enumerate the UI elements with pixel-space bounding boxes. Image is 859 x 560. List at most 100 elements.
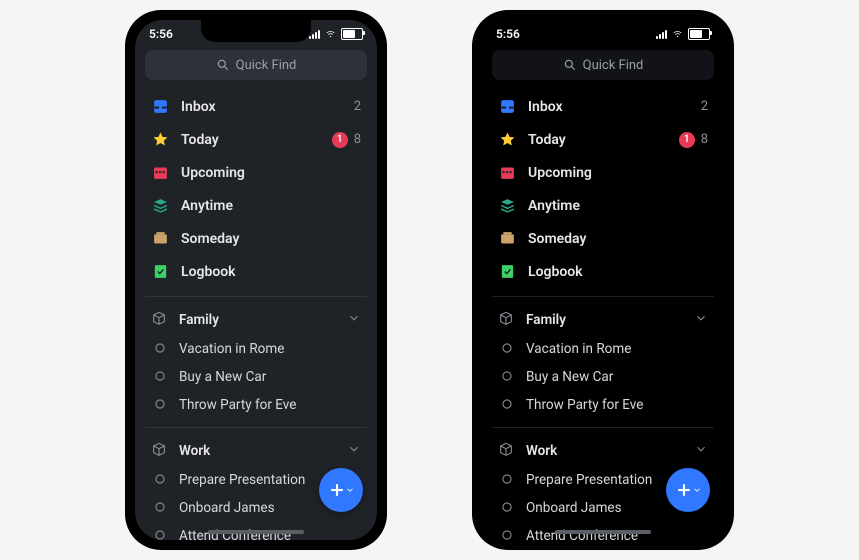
inbox-count: 2 [354, 99, 361, 114]
today-badge: 1 [332, 132, 348, 148]
wifi-icon [324, 29, 337, 39]
time-label: 5:56 [149, 27, 173, 41]
project-label: Throw Party for Eve [179, 397, 296, 413]
progress-circle-icon [500, 369, 516, 385]
battery-icon [688, 28, 710, 40]
search-placeholder: Quick Find [583, 58, 644, 73]
progress-circle-icon [500, 500, 516, 516]
list-today[interactable]: Today 1 8 [145, 123, 367, 156]
list-inbox[interactable]: Inbox2 [492, 90, 714, 123]
home-indicator [555, 530, 651, 534]
someday-label: Someday [528, 231, 708, 247]
chevron-down-icon [692, 485, 702, 495]
home-indicator [208, 530, 304, 534]
project-item[interactable]: Throw Party for Eve [492, 391, 714, 419]
list-anytime[interactable]: Anytime [492, 189, 714, 222]
project-item[interactable]: Vacation in Rome [492, 335, 714, 363]
logbook-label: Logbook [181, 264, 361, 280]
list-someday[interactable]: Someday [145, 222, 367, 255]
stack-icon [151, 197, 169, 215]
upcoming-label: Upcoming [528, 165, 708, 181]
progress-circle-icon [153, 397, 169, 413]
wifi-icon [671, 29, 684, 39]
star-icon [498, 131, 516, 149]
cube-icon [151, 442, 169, 460]
project-label: Onboard James [526, 500, 622, 516]
search-icon [563, 58, 577, 72]
area-work[interactable]: Work [145, 436, 367, 466]
today-label: Today [528, 132, 679, 148]
anytime-label: Anytime [181, 198, 361, 214]
separator [492, 296, 714, 297]
list-inbox[interactable]: Inbox 2 [145, 90, 367, 123]
add-button[interactable] [319, 468, 363, 512]
today-badge: 1 [679, 132, 695, 148]
area-family[interactable]: Family [492, 305, 714, 335]
cube-icon [498, 311, 516, 329]
area-work-label: Work [526, 443, 694, 459]
progress-circle-icon [153, 472, 169, 488]
smart-list: Inbox2 Today18 Upcoming Anytime Someday … [492, 90, 714, 288]
upcoming-label: Upcoming [181, 165, 361, 181]
progress-circle-icon [153, 369, 169, 385]
checkbook-icon [151, 263, 169, 281]
area-family[interactable]: Family [145, 305, 367, 335]
separator [492, 427, 714, 428]
inbox-icon [151, 98, 169, 116]
progress-circle-icon [153, 528, 169, 540]
archive-icon [498, 230, 516, 248]
project-label: Throw Party for Eve [526, 397, 643, 413]
list-anytime[interactable]: Anytime [145, 189, 367, 222]
list-logbook[interactable]: Logbook [145, 255, 367, 288]
project-label: Buy a New Car [526, 369, 613, 385]
progress-circle-icon [153, 341, 169, 357]
inbox-icon [498, 98, 516, 116]
project-item[interactable]: Buy a New Car [492, 363, 714, 391]
list-upcoming[interactable]: Upcoming [145, 156, 367, 189]
list-today[interactable]: Today18 [492, 123, 714, 156]
screen: 5:56 Quick Find Inbox 2 Today 1 8 Upcomi… [135, 20, 377, 540]
device-pure-black: 5:56 Quick Find Inbox2 Today18 Upcoming … [472, 10, 734, 550]
time-label: 5:56 [496, 27, 520, 41]
progress-circle-icon [500, 472, 516, 488]
list-someday[interactable]: Someday [492, 222, 714, 255]
star-icon [151, 131, 169, 149]
search-placeholder: Quick Find [236, 58, 297, 73]
screenshot-stage: 5:56 Quick Find Inbox 2 Today 1 8 Upcomi… [0, 0, 859, 560]
area-work[interactable]: Work [492, 436, 714, 466]
someday-label: Someday [181, 231, 361, 247]
progress-circle-icon [500, 528, 516, 540]
project-item[interactable]: Throw Party for Eve [145, 391, 367, 419]
plus-icon [327, 480, 347, 500]
project-label: Vacation in Rome [179, 341, 284, 357]
cellular-icon [656, 30, 667, 39]
chevron-down-icon [347, 442, 361, 460]
logbook-label: Logbook [528, 264, 708, 280]
today-count: 8 [354, 132, 361, 147]
quick-find-search[interactable]: Quick Find [145, 50, 367, 80]
project-label: Vacation in Rome [526, 341, 631, 357]
project-item[interactable]: Vacation in Rome [145, 335, 367, 363]
today-count: 8 [701, 132, 708, 147]
screen: 5:56 Quick Find Inbox2 Today18 Upcoming … [482, 20, 724, 540]
calendar-icon [498, 164, 516, 182]
project-label: Prepare Presentation [526, 472, 652, 488]
project-item[interactable]: Buy a New Car [145, 363, 367, 391]
project-label: Prepare Presentation [179, 472, 305, 488]
project-label: Onboard James [179, 500, 275, 516]
list-logbook[interactable]: Logbook [492, 255, 714, 288]
separator [145, 427, 367, 428]
plus-icon [674, 480, 694, 500]
area-work-label: Work [179, 443, 347, 459]
notch [201, 20, 311, 42]
today-label: Today [181, 132, 332, 148]
add-button[interactable] [666, 468, 710, 512]
cube-icon [498, 442, 516, 460]
project-label: Buy a New Car [179, 369, 266, 385]
inbox-label: Inbox [528, 99, 701, 115]
quick-find-search[interactable]: Quick Find [492, 50, 714, 80]
progress-circle-icon [500, 397, 516, 413]
device-standard-dark: 5:56 Quick Find Inbox 2 Today 1 8 Upcomi… [125, 10, 387, 550]
area-family-label: Family [526, 312, 694, 328]
list-upcoming[interactable]: Upcoming [492, 156, 714, 189]
